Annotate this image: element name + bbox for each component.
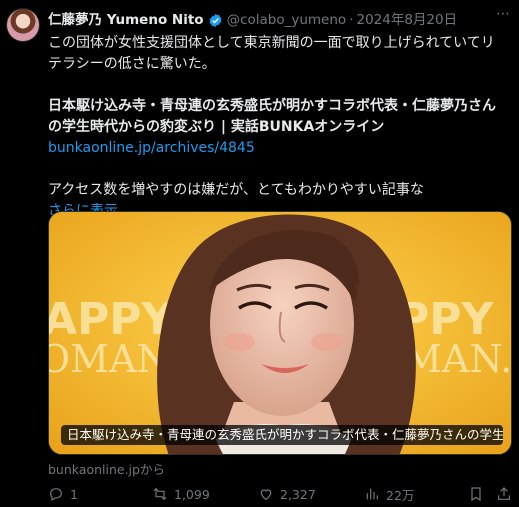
views-icon <box>366 488 378 500</box>
like-button[interactable]: 2,327 <box>258 484 316 504</box>
more-icon[interactable]: ⋯ <box>496 6 511 22</box>
post-line-2: アクセス数を増やすのは嫌だが、とてもわかりやすい記事な <box>48 182 424 198</box>
action-bar: 1 1,099 2,327 22万 <box>48 484 512 504</box>
article-headline: 日本駆け込み寺・青母連の玄秀盛氏が明かすコラボ代表・仁藤夢乃さんの学生時代からの… <box>48 98 496 135</box>
tweet-header: 仁藤夢乃 Yumeno Nito @colabo_yumeno · 2024年8… <box>48 10 457 30</box>
reply-button[interactable]: 1 <box>48 484 78 504</box>
card-source[interactable]: bunkaonline.jpから <box>48 459 165 478</box>
post-line-1: この団体が女性支援団体として東京新聞の一面で取り上げられていてリテラシーの低さに… <box>48 35 495 72</box>
tweet[interactable]: 仁藤夢乃 Yumeno Nito @colabo_yumeno · 2024年8… <box>0 0 519 507</box>
share-icon <box>498 487 510 500</box>
share-button[interactable] <box>496 484 518 504</box>
like-count: 2,327 <box>280 486 316 502</box>
post-text: この団体が女性支援団体として東京新聞の一面で取り上げられていてリテラシーの低さに… <box>48 33 508 222</box>
views-button[interactable]: 22万 <box>364 484 414 504</box>
avatar[interactable] <box>6 8 40 42</box>
bookmark-icon <box>471 487 481 502</box>
repost-button[interactable]: 1,099 <box>152 484 210 504</box>
article-photo: APPY OMAN. PPY MAN. <box>49 212 512 454</box>
author-name[interactable]: 仁藤夢乃 Yumeno Nito <box>48 10 204 30</box>
like-icon <box>260 489 272 501</box>
reply-icon <box>50 488 62 502</box>
post-date[interactable]: 2024年8月20日 <box>356 10 457 30</box>
verified-badge-icon <box>209 13 222 27</box>
bookmark-button[interactable] <box>468 484 490 504</box>
article-link[interactable]: bunkaonline.jp/archives/4845 <box>48 138 508 159</box>
header-separator: · <box>349 12 354 28</box>
link-card-image[interactable]: APPY OMAN. PPY MAN. 日本駆け込み寺・青母連の玄秀盛氏が明かす… <box>48 211 512 455</box>
repost-icon <box>153 487 167 501</box>
views-count: 22万 <box>386 487 415 503</box>
author-handle[interactable]: @colabo_yumeno <box>227 10 347 30</box>
card-caption: 日本駆け込み寺・青母連の玄秀盛氏が明かすコラボ代表・仁藤夢乃さんの学生... <box>61 425 503 445</box>
reply-count: 1 <box>70 486 78 502</box>
backdrop-text-4: MAN. <box>403 337 512 381</box>
repost-count: 1,099 <box>174 486 210 502</box>
